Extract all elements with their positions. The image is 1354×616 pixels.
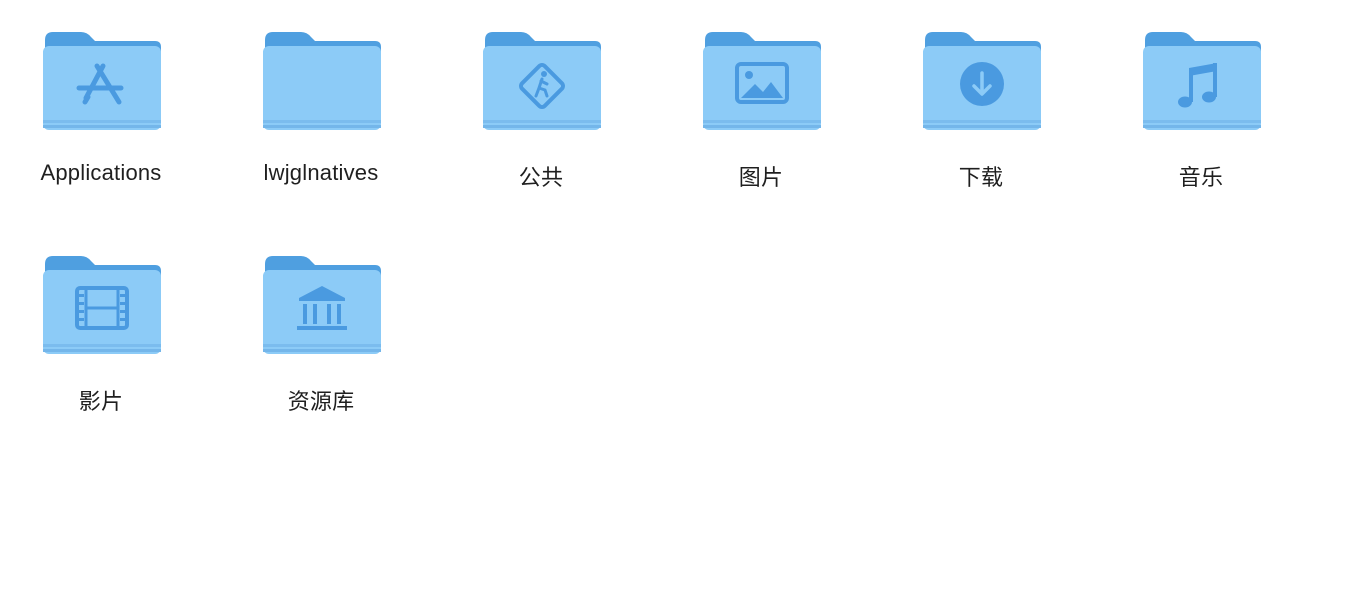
folder-public[interactable]: 公共 — [441, 0, 641, 190]
folder-icon — [261, 254, 383, 358]
folder-icon — [701, 30, 823, 134]
folder-label: 影片 — [78, 389, 124, 414]
download-icon — [960, 62, 1004, 106]
folder-icon — [1141, 30, 1263, 134]
folder-applications[interactable]: Applications — [1, 0, 201, 190]
folder-library[interactable]: 资源库 — [221, 224, 421, 414]
folder-label: lwjglnatives — [263, 160, 379, 185]
folder-icon — [41, 254, 163, 358]
folder-label: 音乐 — [1178, 165, 1224, 190]
folder-movies[interactable]: 影片 — [1, 224, 201, 414]
folder-icon — [481, 30, 603, 134]
folder-label: Applications — [40, 160, 162, 185]
folder-label: 图片 — [738, 165, 784, 190]
folder-icon — [261, 30, 383, 134]
folder-icon — [41, 30, 163, 134]
folder-label: 公共 — [518, 165, 564, 190]
folder-downloads[interactable]: 下载 — [881, 0, 1081, 190]
folder-pictures[interactable]: 图片 — [661, 0, 861, 190]
folder-music[interactable]: 音乐 — [1101, 0, 1301, 190]
folder-label: 下载 — [958, 165, 1004, 190]
folder-grid: Applications lwjglnatives 公共 图片 下载 音乐 影片… — [0, 0, 1354, 616]
folder-lwjglnatives[interactable]: lwjglnatives — [221, 0, 421, 190]
folder-label: 资源库 — [287, 389, 355, 414]
folder-icon — [921, 30, 1043, 134]
